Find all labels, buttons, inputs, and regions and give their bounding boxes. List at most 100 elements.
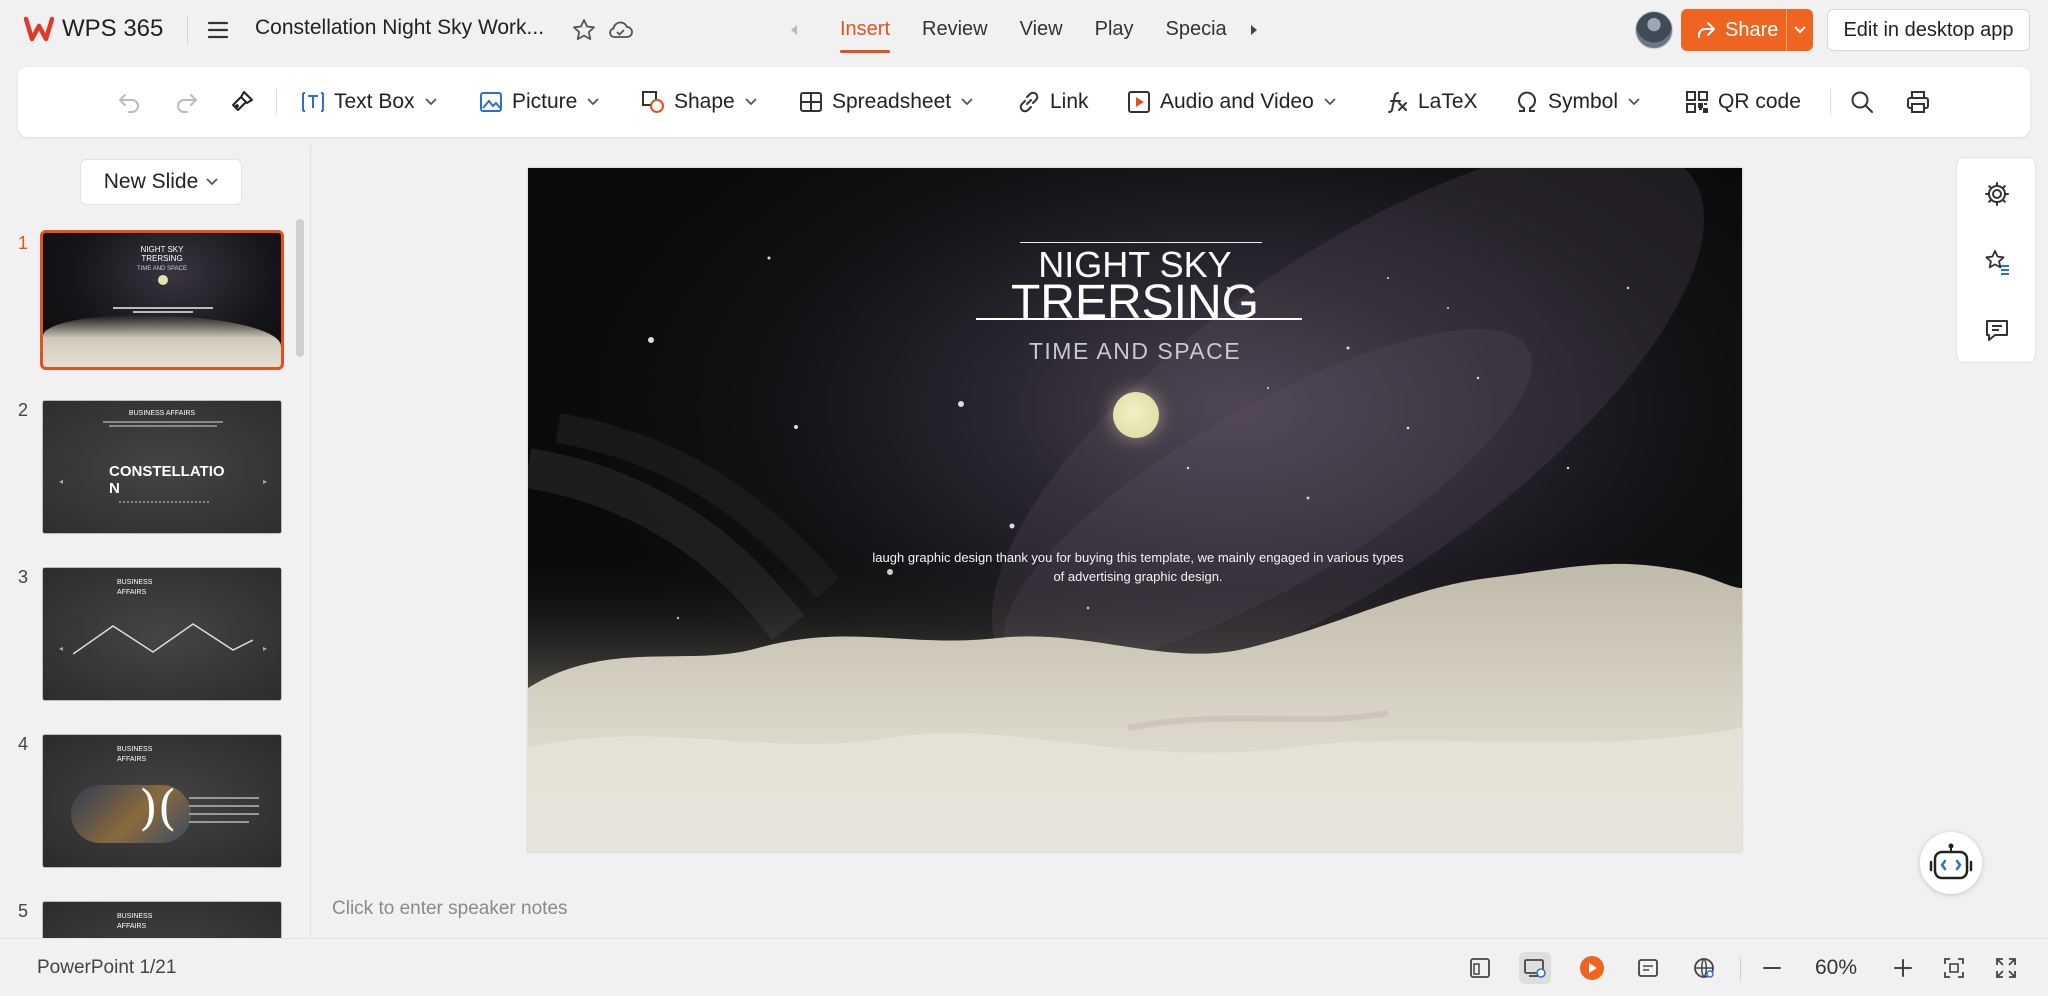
latex-icon [1388, 92, 1407, 113]
menu-icon[interactable] [204, 16, 232, 44]
thumb-title-a: BUSINESS AFFAIRS [128, 410, 196, 417]
slide-counter: PowerPoint 1/21 [37, 957, 177, 978]
user-avatar[interactable] [1635, 11, 1673, 49]
tabs-scroll-left-icon[interactable] [778, 14, 810, 46]
normal-view-icon[interactable] [1464, 952, 1496, 984]
ribbon-tabs: Insert Review View Play Specia [824, 0, 1230, 60]
format-painter-icon[interactable] [226, 86, 258, 118]
chevron-down-icon [206, 178, 218, 186]
slide-body-text[interactable]: laugh graphic design thank you for buyin… [858, 548, 1418, 586]
qr-code-label: QR code [1718, 90, 1801, 113]
picture-button[interactable]: Picture [478, 67, 599, 137]
share-label: Share [1725, 18, 1779, 41]
divider [187, 16, 188, 44]
thumb-title-b: CONSTELLATIO [109, 463, 225, 480]
thumb-subtitle: TIME AND SPACE [137, 266, 187, 272]
language-globe-icon[interactable] [1688, 952, 1720, 984]
presenter-view-icon[interactable] [1519, 952, 1551, 984]
slide-thumbnail-4[interactable]: 4 BUSINESS AFFAIRS )( [0, 734, 290, 870]
thumbnail-scrollbar[interactable] [296, 219, 304, 357]
play-slideshow-icon[interactable] [1576, 952, 1608, 984]
slide-thumbnail-5[interactable]: 5 BUSINESS AFFAIRS [0, 901, 290, 938]
tabs-scroll-right-icon[interactable] [1238, 14, 1270, 46]
chevron-down-icon [1324, 98, 1336, 106]
title-top-rule [1020, 242, 1262, 243]
qr-code-button[interactable]: QR code [1684, 67, 1801, 137]
tab-review[interactable]: Review [906, 0, 1004, 60]
link-icon [1019, 91, 1039, 113]
thumbnail-image: BUSINESS AFFAIRS )( [42, 734, 282, 868]
chevron-down-icon [961, 98, 973, 106]
search-icon[interactable] [1846, 86, 1878, 118]
thumb-title-a: BUSINESS [117, 913, 153, 920]
spreadsheet-button[interactable]: Spreadsheet [798, 67, 973, 137]
edit-in-desktop-button[interactable]: Edit in desktop app [1827, 9, 2030, 51]
wps-logo-icon [24, 16, 54, 42]
fullscreen-icon[interactable] [1990, 952, 2022, 984]
app-logo[interactable]: WPS 365 [24, 14, 163, 44]
slide-number: 1 [18, 233, 29, 253]
tab-special[interactable]: Specia [1150, 0, 1230, 60]
cloud-sync-icon[interactable] [604, 14, 636, 46]
redo-icon[interactable] [170, 86, 202, 118]
title-bottom-rule [976, 318, 1302, 320]
thumbnail-image: BUSINESS AFFAIRS ◂ ▸ [42, 567, 282, 701]
shape-button[interactable]: Shape [640, 67, 757, 137]
shape-icon [642, 91, 664, 113]
text-box-button[interactable]: Text Box [300, 67, 437, 137]
slide-title-line2[interactable]: TRERSING [528, 275, 1742, 330]
new-slide-label: New Slide [103, 170, 199, 193]
picture-icon [480, 92, 502, 112]
latex-button[interactable]: LaTeX [1384, 67, 1478, 137]
slide-body-line2: of advertising graphic design. [1053, 569, 1223, 584]
ai-assistant-button[interactable] [1920, 832, 1982, 894]
slide-number: 5 [18, 901, 29, 921]
slide-thumbnail-2[interactable]: 2 BUSINESS AFFAIRS CONSTELLATIO N ◂ ▸ [0, 400, 290, 536]
document-title[interactable]: Constellation Night Sky Work... [255, 16, 544, 40]
chevron-down-icon [587, 98, 599, 106]
zoom-in-icon[interactable] [1887, 952, 1919, 984]
divider [276, 89, 277, 115]
settings-gear-icon[interactable] [1983, 180, 2011, 208]
chevron-down-icon [745, 98, 757, 106]
slide-number: 4 [18, 734, 29, 754]
star-list-icon[interactable] [1983, 248, 2011, 276]
share-button[interactable]: Share [1681, 9, 1813, 51]
slide-thumbnail-1[interactable]: 1 NIGHT SKY TRERSING TIME AND SPACE [0, 230, 290, 370]
thumb-zigzag-graphic [73, 623, 253, 655]
print-icon[interactable] [1902, 86, 1934, 118]
chevron-down-icon [424, 98, 437, 106]
zoom-out-icon[interactable] [1756, 952, 1788, 984]
spreadsheet-icon [800, 92, 822, 112]
thumb-title-a: NIGHT SKY [140, 245, 184, 254]
comment-icon[interactable] [1983, 316, 2011, 344]
fit-to-window-icon[interactable] [1938, 952, 1970, 984]
divider [1740, 957, 1741, 981]
thumb-title-a: BUSINESS [117, 746, 153, 753]
new-slide-button[interactable]: New Slide [80, 159, 242, 205]
top-bar: WPS 365 Constellation Night Sky Work... … [0, 0, 2048, 60]
share-dropdown-icon[interactable] [1787, 26, 1813, 34]
thumb-title-b: TRERSING [141, 254, 183, 263]
undo-icon[interactable] [114, 86, 146, 118]
slide-canvas[interactable]: NIGHT SKY TRERSING TIME AND SPACE laugh … [528, 168, 1742, 852]
reading-view-icon[interactable] [1632, 952, 1664, 984]
picture-label: Picture [512, 90, 578, 113]
latex-label: LaTeX [1418, 90, 1478, 113]
link-label: Link [1050, 90, 1089, 113]
thumb-title-b: AFFAIRS [117, 589, 147, 596]
slide-thumbnail-3[interactable]: 3 BUSINESS AFFAIRS ◂ ▸ [0, 567, 290, 703]
status-bar: PowerPoint 1/21 60% [0, 938, 2048, 996]
audio-video-button[interactable]: Audio and Video [1126, 67, 1336, 137]
slide-subtitle[interactable]: TIME AND SPACE [528, 338, 1742, 365]
speaker-notes[interactable]: Click to enter speaker notes [332, 898, 568, 920]
zoom-level[interactable]: 60% [1815, 956, 1857, 980]
slide-thumbnail-pane: New Slide 1 NIGHT SKY TRERSING TIME AND … [0, 145, 310, 938]
tab-insert[interactable]: Insert [824, 0, 906, 60]
shape-label: Shape [674, 90, 735, 113]
star-icon[interactable] [568, 14, 600, 46]
symbol-button[interactable]: Symbol [1514, 67, 1640, 137]
tab-view[interactable]: View [1004, 0, 1079, 60]
link-button[interactable]: Link [1016, 67, 1089, 137]
tab-play[interactable]: Play [1079, 0, 1150, 60]
